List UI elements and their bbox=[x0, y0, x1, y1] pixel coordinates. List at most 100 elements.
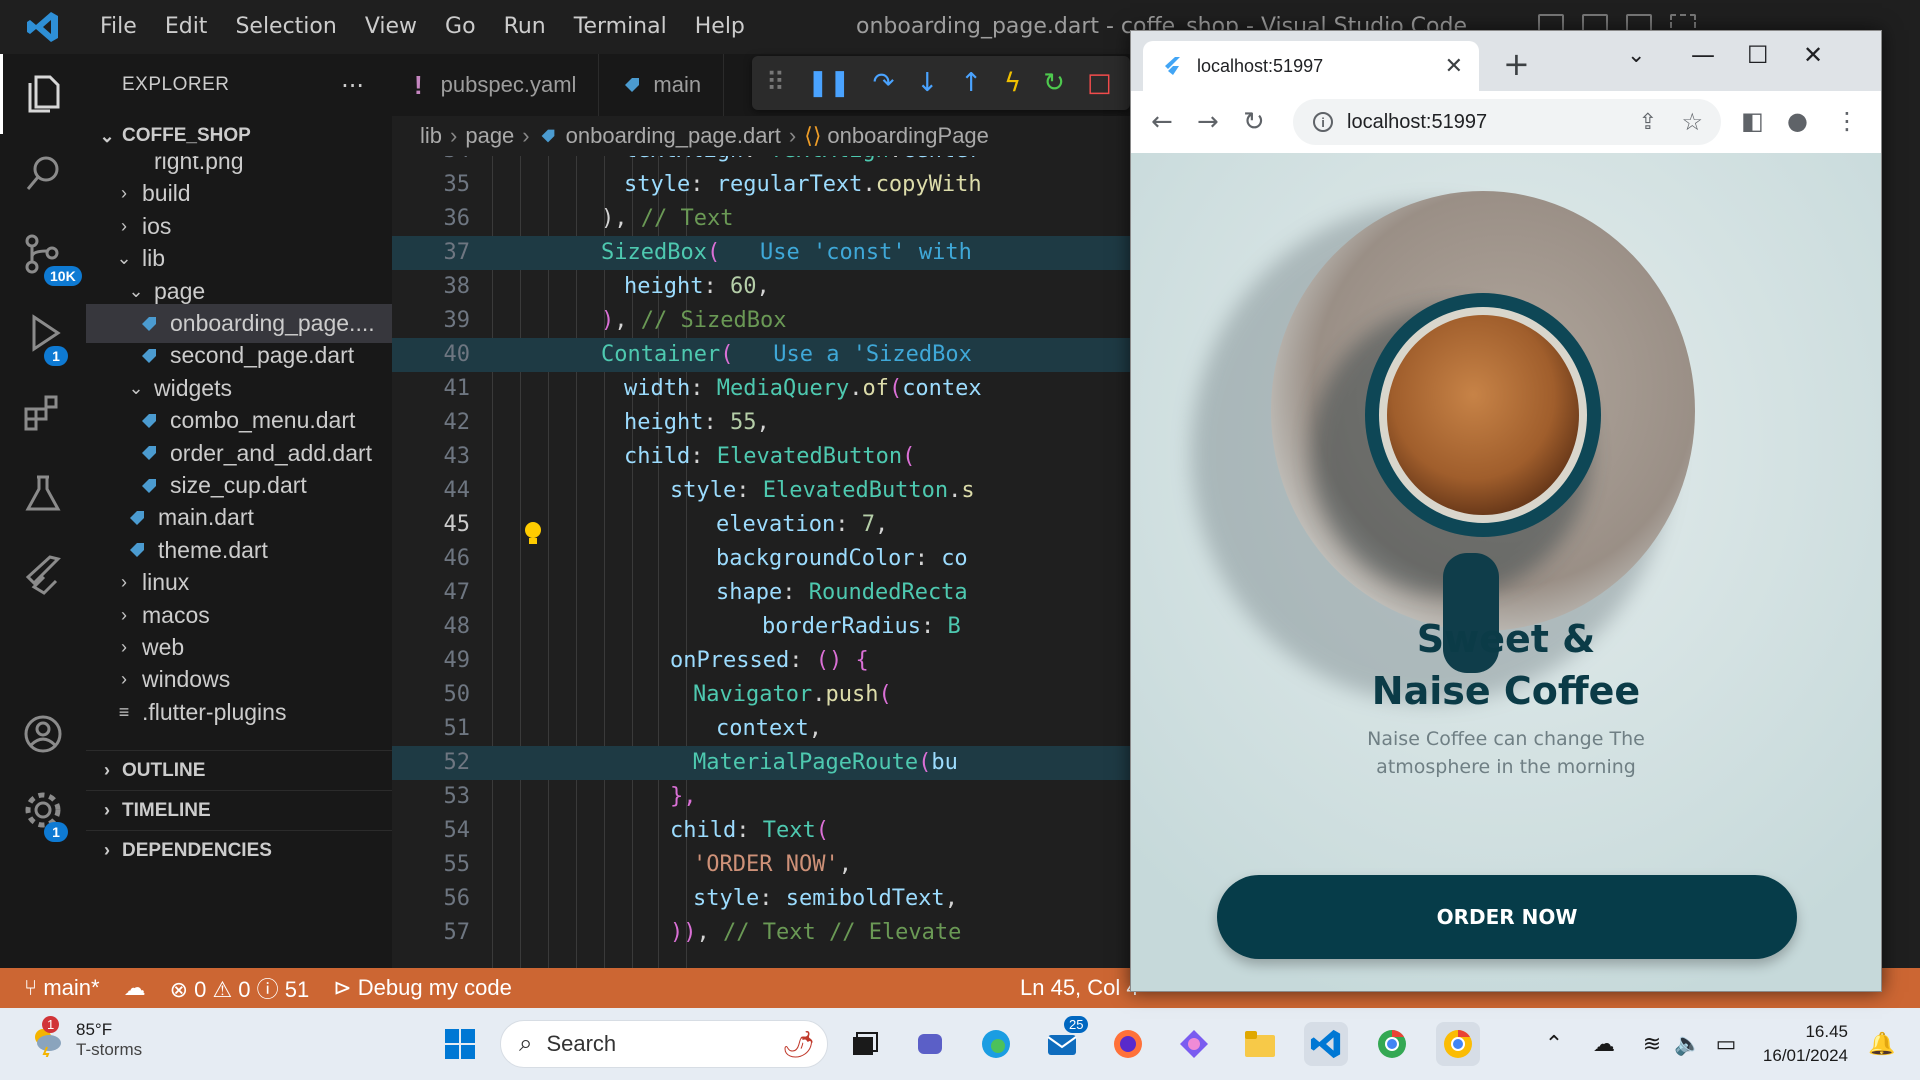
run-debug-activity-icon[interactable]: 1 bbox=[0, 294, 86, 374]
order-now-button[interactable]: ORDER NOW bbox=[1217, 875, 1797, 959]
accounts-activity-icon[interactable] bbox=[0, 694, 86, 774]
code-line[interactable]: 42 height: 55, bbox=[392, 406, 1130, 440]
clock[interactable]: 16.45 16/01/2024 bbox=[1763, 1020, 1848, 1068]
code-line[interactable]: 45 elevation: 7, bbox=[392, 508, 1130, 542]
cursor-position[interactable]: Ln 45, Col 4 bbox=[1020, 975, 1139, 1001]
address-bar[interactable]: i localhost:51997 ⇪ ☆ bbox=[1293, 99, 1721, 145]
browser-tab[interactable]: localhost:51997 ✕ bbox=[1143, 41, 1479, 91]
menu-item-selection[interactable]: Selection bbox=[221, 0, 350, 54]
code-line[interactable]: 57)), // Text // Elevate bbox=[392, 916, 1130, 950]
close-window-icon[interactable]: ✕ bbox=[1803, 41, 1823, 69]
breadcrumb-item[interactable]: page bbox=[465, 123, 514, 149]
new-tab-icon[interactable]: + bbox=[1503, 45, 1530, 83]
code-line[interactable]: 46 backgroundColor: co bbox=[392, 542, 1130, 576]
code-line[interactable]: 49 onPressed: () { bbox=[392, 644, 1130, 678]
menu-item-edit[interactable]: Edit bbox=[151, 0, 222, 54]
menu-item-run[interactable]: Run bbox=[490, 0, 560, 54]
file-explorer-icon[interactable] bbox=[1238, 1022, 1282, 1066]
code-line[interactable]: 48 borderRadius: B bbox=[392, 610, 1130, 644]
step-over-icon[interactable]: ↷ bbox=[873, 70, 895, 96]
task-view-icon[interactable] bbox=[842, 1022, 886, 1066]
tab-search-icon[interactable]: ⌄ bbox=[1627, 43, 1645, 68]
notification-bell-icon[interactable]: 🔔 bbox=[1860, 1022, 1904, 1066]
code-line[interactable]: 55 'ORDER NOW', bbox=[392, 848, 1130, 882]
step-into-icon[interactable]: ↓ bbox=[916, 70, 938, 96]
taskbar-search[interactable]: ⌕ Search 🌶 bbox=[500, 1020, 828, 1068]
vscode-taskbar-icon[interactable] bbox=[1304, 1022, 1348, 1066]
menu-item-terminal[interactable]: Terminal bbox=[560, 0, 681, 54]
code-line[interactable]: 36), // Text bbox=[392, 202, 1130, 236]
section-outline[interactable]: › OUTLINE bbox=[86, 750, 392, 790]
drag-handle-icon[interactable]: ⠿ bbox=[766, 70, 785, 96]
menu-item-go[interactable]: Go bbox=[431, 0, 490, 54]
share-icon[interactable]: ⇪ bbox=[1639, 109, 1657, 135]
tab-pubspec[interactable]: ! pubspec.yaml bbox=[392, 54, 600, 116]
code-line[interactable]: 34 textAlign: TextAlign.center bbox=[392, 156, 1130, 168]
more-actions-icon[interactable]: ··· bbox=[341, 72, 364, 100]
code-line[interactable]: 38 height: 60, bbox=[392, 270, 1130, 304]
menu-item-view[interactable]: View bbox=[351, 0, 431, 54]
menu-item-file[interactable]: File bbox=[86, 0, 151, 54]
code-line[interactable]: 35 style: regularText.copyWith bbox=[392, 168, 1130, 202]
problems-status[interactable]: ⊗ 0 ⚠ 0 ⓘ 51 bbox=[170, 972, 310, 1004]
start-icon[interactable] bbox=[438, 1022, 482, 1066]
firefox-icon[interactable] bbox=[1106, 1022, 1150, 1066]
minimize-icon[interactable]: — bbox=[1691, 41, 1715, 69]
copilot-icon[interactable] bbox=[1172, 1022, 1216, 1066]
reload-icon[interactable]: ↻ bbox=[1243, 107, 1265, 137]
close-tab-icon[interactable]: ✕ bbox=[1445, 53, 1463, 79]
search-activity-icon[interactable] bbox=[0, 134, 86, 214]
tree-item[interactable]: ≡ .flutter-plugins bbox=[86, 693, 392, 732]
code-line[interactable]: 40 Container( Use a 'SizedBox bbox=[392, 338, 1130, 372]
breadcrumb-item[interactable]: onboardingPage bbox=[827, 123, 988, 149]
browser-menu-icon[interactable]: ⋮ bbox=[1835, 107, 1859, 135]
chrome-dev-icon[interactable] bbox=[1370, 1022, 1414, 1066]
code-line[interactable]: 50 Navigator.push( bbox=[392, 678, 1130, 712]
site-info-icon[interactable]: i bbox=[1313, 112, 1333, 132]
source-control-activity-icon[interactable]: 10K bbox=[0, 214, 86, 294]
breadcrumb-item[interactable]: onboarding_page.dart bbox=[566, 123, 781, 149]
section-dependencies[interactable]: › DEPENDENCIES bbox=[86, 830, 392, 870]
code-line[interactable]: 41 width: MediaQuery.of(contex bbox=[392, 372, 1130, 406]
flutter-activity-icon[interactable] bbox=[0, 534, 86, 614]
stop-icon[interactable]: □ bbox=[1087, 70, 1112, 96]
code-line[interactable]: 52 MaterialPageRoute(bu bbox=[392, 746, 1130, 780]
code-line[interactable]: 56 style: semiboldText, bbox=[392, 882, 1130, 916]
code-line[interactable]: 54 child: Text( bbox=[392, 814, 1130, 848]
maximize-icon[interactable]: ☐ bbox=[1747, 41, 1769, 69]
branch-status[interactable]: ⑂ main* bbox=[24, 975, 100, 1001]
step-out-icon[interactable]: ↑ bbox=[960, 70, 982, 96]
side-panel-icon[interactable]: ◧ bbox=[1741, 107, 1764, 135]
code-line[interactable]: 37 SizedBox( Use 'const' with bbox=[392, 236, 1130, 270]
settings-gear-icon[interactable]: 1 bbox=[0, 770, 86, 850]
pause-icon[interactable]: ❚❚ bbox=[807, 70, 851, 96]
teams-icon[interactable] bbox=[908, 1022, 952, 1066]
code-line[interactable]: 51 context, bbox=[392, 712, 1130, 746]
code-line[interactable]: 39), // SizedBox bbox=[392, 304, 1130, 338]
tab-main[interactable]: main bbox=[599, 54, 725, 116]
debug-status[interactable]: ⊳ Debug my code bbox=[333, 975, 512, 1001]
hot-reload-icon[interactable]: ϟ bbox=[1004, 70, 1021, 96]
menu-item-help[interactable]: Help bbox=[681, 0, 759, 54]
code-line[interactable]: 43 child: ElevatedButton( bbox=[392, 440, 1130, 474]
chevron-up-icon[interactable]: ⌃ bbox=[1532, 1022, 1576, 1066]
chrome-icon[interactable] bbox=[1436, 1022, 1480, 1066]
bookmark-star-icon[interactable]: ☆ bbox=[1681, 108, 1703, 137]
sync-icon[interactable]: ☁ bbox=[124, 975, 146, 1001]
forward-icon[interactable]: → bbox=[1197, 107, 1219, 137]
extensions-activity-icon[interactable] bbox=[0, 374, 86, 454]
edge-icon[interactable] bbox=[974, 1022, 1018, 1066]
onedrive-icon[interactable]: ☁ bbox=[1582, 1022, 1626, 1066]
project-section[interactable]: ⌄ COFFE_SHOP bbox=[86, 116, 392, 156]
mail-icon[interactable]: 25 bbox=[1040, 1016, 1089, 1066]
code-editor[interactable]: 34textAlign: TextAlign.center35style: re… bbox=[392, 156, 1130, 968]
explorer-activity-icon[interactable] bbox=[0, 54, 86, 134]
code-line[interactable]: 47 shape: RoundedRecta bbox=[392, 576, 1130, 610]
code-line[interactable]: 53}, bbox=[392, 780, 1130, 814]
back-icon[interactable]: ← bbox=[1151, 107, 1173, 137]
profile-icon[interactable]: ● bbox=[1787, 107, 1808, 135]
battery-icon[interactable]: ▭ bbox=[1704, 1022, 1748, 1066]
weather-widget[interactable]: 1 85°F T-storms bbox=[30, 1016, 142, 1060]
testing-activity-icon[interactable] bbox=[0, 454, 86, 534]
code-line[interactable]: 44 style: ElevatedButton.s bbox=[392, 474, 1130, 508]
